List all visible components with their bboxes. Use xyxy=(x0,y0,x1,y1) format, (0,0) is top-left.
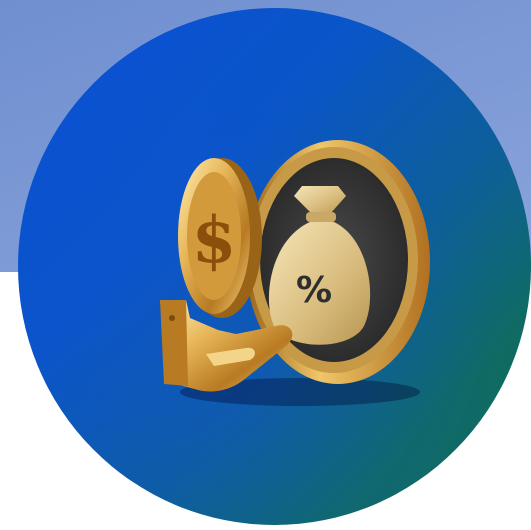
illustration: % $ xyxy=(160,140,430,406)
dollar-symbol: $ xyxy=(192,203,237,278)
dollar-coin-icon: $ xyxy=(178,158,262,318)
percent-symbol: % xyxy=(296,270,332,311)
